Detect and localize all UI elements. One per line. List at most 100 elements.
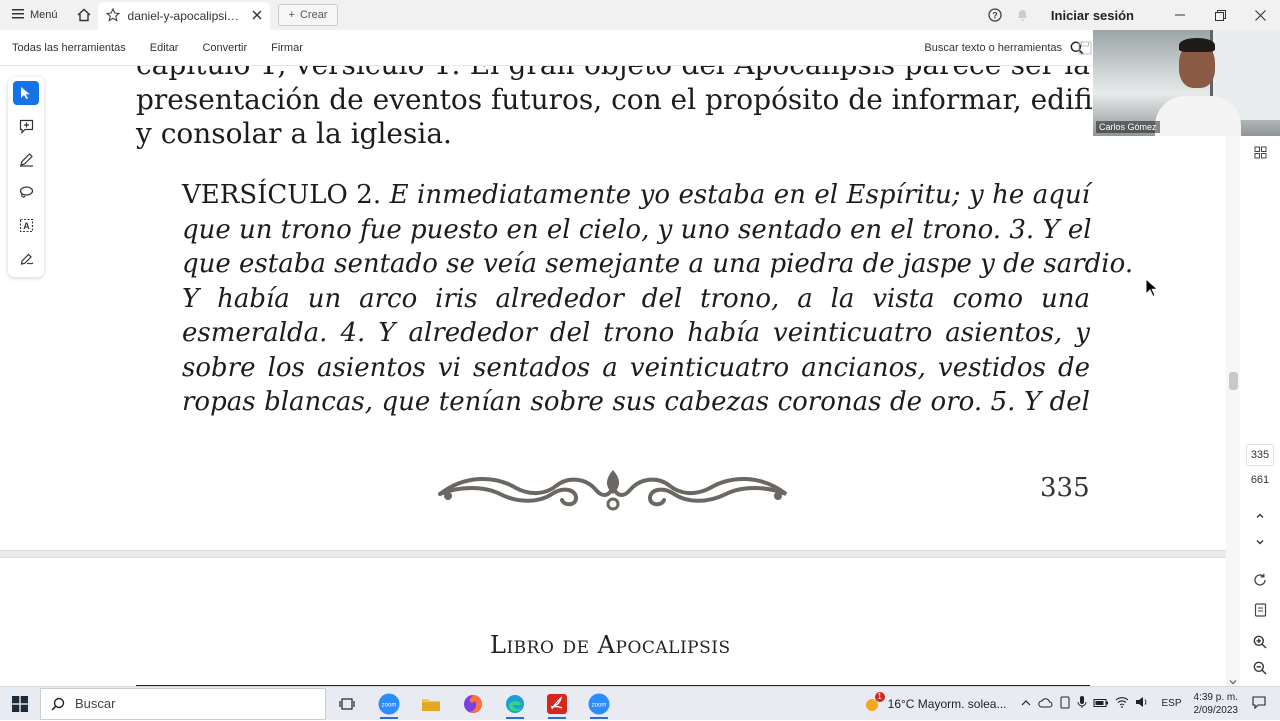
toolbar-sign[interactable]: Firmar <box>259 42 315 54</box>
taskbar-zoom-app-2[interactable]: zoom <box>578 687 620 721</box>
task-view-button[interactable] <box>326 687 368 721</box>
notifications-icon[interactable] <box>1252 695 1266 712</box>
document-tab[interactable]: daniel-y-apocalipsis-u... <box>97 2 270 30</box>
restore-button[interactable] <box>1200 0 1240 30</box>
volume-icon[interactable] <box>1135 696 1149 711</box>
verse-first-line: E inmediatamente yo estaba en el Espírit… <box>381 180 1090 210</box>
sign-tool-button[interactable] <box>13 246 39 270</box>
search-tools[interactable]: Buscar texto o herramientas <box>924 41 1084 55</box>
verse-line: esmeralda. 4. Y alrededor del trono habí… <box>182 318 1090 348</box>
draw-tool-button[interactable] <box>13 180 39 204</box>
toolbar-convert[interactable]: Convertir <box>190 42 259 54</box>
verse-heading: VERSÍCULO 2. <box>182 180 382 210</box>
weather-badge: 1 <box>874 691 885 702</box>
taskbar-zoom-app-1[interactable]: zoom <box>368 687 410 721</box>
device-icon[interactable] <box>1059 696 1071 712</box>
verse-line: que estaba sentado se veía semejante a u… <box>182 249 1134 279</box>
hamburger-icon <box>12 8 24 22</box>
verse-line: ropas blancas, que tenían sobre sus cabe… <box>182 387 1090 417</box>
lasso-icon <box>19 185 33 198</box>
video-call-overlay[interactable]: Carlos Gómez <box>1093 30 1280 136</box>
create-button[interactable]: + Crear <box>277 4 339 26</box>
taskbar-firefox[interactable] <box>452 687 494 721</box>
start-button[interactable] <box>0 687 40 721</box>
create-label: Crear <box>299 9 328 21</box>
edge-icon <box>506 694 524 713</box>
onedrive-cloud-icon[interactable] <box>1038 697 1053 711</box>
clock-time: 4:39 p. m. <box>1193 691 1238 703</box>
microphone-icon[interactable] <box>1077 695 1087 712</box>
document-view[interactable]: capítulo 1, versículo 1. El gran objeto … <box>0 66 1226 686</box>
zoom-in-icon[interactable] <box>1250 632 1270 652</box>
scrollbar-thumb[interactable] <box>1229 372 1238 390</box>
folder-icon <box>422 698 440 711</box>
select-tool-button[interactable] <box>13 81 39 105</box>
page-separator <box>0 550 1226 558</box>
svg-text:?: ? <box>992 11 998 21</box>
mouse-cursor-icon <box>1145 278 1159 298</box>
battery-icon[interactable] <box>1093 697 1109 711</box>
taskbar-search[interactable]: Buscar <box>40 687 326 720</box>
acrobat-icon <box>547 693 567 714</box>
close-tab-icon[interactable] <box>252 9 262 23</box>
highlight-tool-button[interactable] <box>13 147 39 171</box>
zoom-meeting-icon: zoom <box>588 693 610 714</box>
close-icon <box>1254 9 1266 21</box>
svg-text:A: A <box>23 221 30 231</box>
rotate-refresh-icon[interactable] <box>1250 570 1270 590</box>
next-page-chevron-down-icon[interactable] <box>1250 532 1270 552</box>
close-window-button[interactable] <box>1240 0 1280 30</box>
search-label: Buscar texto o herramientas <box>924 41 1062 54</box>
svg-text:zoom: zoom <box>382 702 397 708</box>
zoom-out-icon[interactable] <box>1250 658 1270 678</box>
help-icon[interactable]: ? <box>981 0 1009 30</box>
thumbnails-grid-icon[interactable] <box>1250 142 1270 162</box>
page-number-footer: 335 <box>1040 473 1090 503</box>
wifi-icon[interactable] <box>1115 696 1129 711</box>
menu-button[interactable]: Menú <box>0 0 70 30</box>
save-icon[interactable] <box>1078 41 1092 55</box>
verse-line: sobre los asientos vi sentados a veintic… <box>182 352 1090 383</box>
clock-date: 2/09/2023 <box>1193 704 1239 716</box>
language-indicator[interactable]: ESP <box>1161 698 1181 709</box>
firefox-icon <box>464 694 482 713</box>
quick-tools-rail: A <box>8 77 44 277</box>
verse-line: VERSÍCULO 2. E inmediatamente yo estaba … <box>182 178 1090 213</box>
paragraph-line: capítulo 1, versículo 1. El gran objeto … <box>136 66 1090 83</box>
star-icon[interactable] <box>105 7 120 25</box>
weather-sun-icon[interactable]: 1 <box>864 691 885 713</box>
paragraph-line: y consolar a la iglesia. <box>136 117 452 150</box>
verse-line: que un trono fue puesto en el cielo, y u… <box>182 214 1092 245</box>
svg-text:zoom: zoom <box>592 702 607 708</box>
notification-bell-icon[interactable] <box>1009 0 1037 30</box>
taskbar-edge[interactable] <box>494 687 536 721</box>
toolbar-edit[interactable]: Editar <box>138 42 191 54</box>
minimize-button[interactable] <box>1160 0 1200 30</box>
total-pages: 661 <box>1250 474 1270 486</box>
text-box-icon: A <box>19 218 33 232</box>
taskbar-search-placeholder: Buscar <box>75 696 116 711</box>
signature-pen-icon <box>20 253 33 265</box>
menu-label: Menú <box>30 9 58 21</box>
previous-page-chevron-up-icon[interactable] <box>1250 506 1270 526</box>
text-box-button[interactable]: A <box>13 213 39 237</box>
cursor-arrow-icon <box>21 87 30 99</box>
weather-text[interactable]: 16°C Mayorm. solea... <box>888 697 1007 711</box>
running-header: Libro de Apocalipsis <box>490 631 731 659</box>
taskbar-file-explorer[interactable] <box>410 687 452 721</box>
vertical-scrollbar[interactable] <box>1226 136 1240 686</box>
home-button[interactable] <box>70 0 98 30</box>
search-icon <box>51 697 65 711</box>
ornament-flourish <box>438 470 788 511</box>
clock[interactable]: 4:39 p. m. 2/09/2023 <box>1194 691 1239 717</box>
zoom-icon: zoom <box>378 693 400 714</box>
chevron-up-icon[interactable] <box>1020 697 1032 711</box>
current-page-input[interactable]: 335 <box>1246 444 1274 466</box>
toolbar-all-tools[interactable]: Todas las herramientas <box>0 42 138 54</box>
scroll-down-arrow-icon[interactable] <box>1228 674 1238 685</box>
page-display-icon[interactable] <box>1250 600 1270 620</box>
home-icon <box>77 8 91 22</box>
sign-in-button[interactable]: Iniciar sesión <box>1051 8 1134 23</box>
add-comment-button[interactable] <box>13 114 39 138</box>
taskbar-acrobat[interactable] <box>536 687 578 721</box>
